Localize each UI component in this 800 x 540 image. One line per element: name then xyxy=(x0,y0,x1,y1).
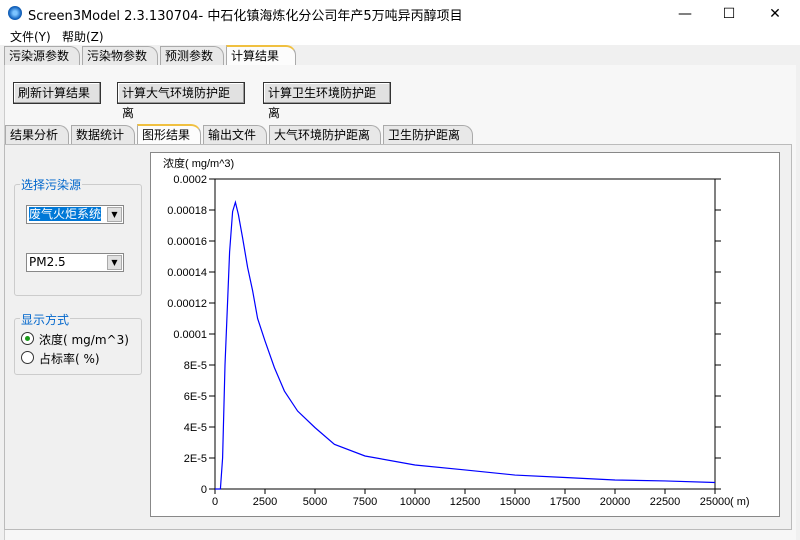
y-tick-label: 0.00014 xyxy=(167,267,207,279)
tab-output[interactable]: 输出文件 xyxy=(203,125,267,145)
maximize-button[interactable]: ☐ xyxy=(706,0,752,28)
pollutant-select[interactable]: PM2.5 ▼ xyxy=(26,253,124,272)
calc-atmos-distance-button[interactable]: 计算大气环境防护距离 xyxy=(117,82,245,120)
close-button[interactable]: ✕ xyxy=(752,0,798,28)
source-group xyxy=(14,184,142,296)
x-tick-label: 5000 xyxy=(303,496,327,508)
x-tick-label: 22500 xyxy=(650,496,681,508)
x-tick-label: 10000 xyxy=(400,496,431,508)
tab-predict-params[interactable]: 预测参数 xyxy=(160,46,224,66)
y-tick-label: 8E-5 xyxy=(184,360,207,372)
x-tick-label: 15000 xyxy=(500,496,531,508)
plot-frame xyxy=(214,178,716,490)
calc-hygiene-distance-button[interactable]: 计算卫生环境防护距离 xyxy=(263,82,391,120)
pollutant-value: PM2.5 xyxy=(29,255,66,269)
y-tick-label: 6E-5 xyxy=(184,391,207,403)
menu-file[interactable]: 文件(Y) xyxy=(10,28,51,45)
x-tick-label: 2500 xyxy=(253,496,277,508)
y-axis-label: 浓度( mg/m^3) xyxy=(163,156,234,170)
y-tick-label: 4E-5 xyxy=(184,422,207,434)
y-tick-label: 0.00016 xyxy=(167,236,207,248)
tab-hygiene-distance[interactable]: 卫生防护距离 xyxy=(383,125,473,145)
display-group-label: 显示方式 xyxy=(20,311,71,328)
tab-source-params[interactable]: 污染源参数 xyxy=(4,46,80,66)
radio-concentration[interactable] xyxy=(21,332,34,345)
radio-percent[interactable] xyxy=(21,351,34,364)
y-tick-label: 2E-5 xyxy=(184,453,207,465)
source-group-label: 选择污染源 xyxy=(20,176,83,193)
menu-help[interactable]: 帮助(Z) xyxy=(62,28,104,45)
y-tick-label: 0.00018 xyxy=(167,205,207,217)
concentration-chart: 浓度( mg/m^3) 0 2E-5 4E-5 6E-5 8E-5 0.0001 0.0001… xyxy=(163,156,750,508)
tab-graph[interactable]: 图形结果 xyxy=(137,124,201,145)
x-tick-label: 20000 xyxy=(600,496,631,508)
radio-concentration-label: 浓度( mg/m^3) xyxy=(39,333,129,347)
y-tick-label: 0.00012 xyxy=(167,298,207,310)
series-line xyxy=(215,199,716,490)
chart-area: 浓度( mg/m^3) 0 2E-5 4E-5 6E-5 8E-5 0.0001 0.0001… xyxy=(150,152,780,517)
chevron-down-icon[interactable]: ▼ xyxy=(107,255,122,270)
x-tick-label: 12500 xyxy=(450,496,481,508)
x-axis-label: ( m) xyxy=(730,496,750,508)
tab-analysis[interactable]: 结果分析 xyxy=(5,125,69,145)
minimize-button[interactable]: — xyxy=(662,0,708,28)
tab-results[interactable]: 计算结果 xyxy=(226,45,296,66)
source-value: 废气火炬系统 xyxy=(29,207,102,221)
x-tick-label: 17500 xyxy=(550,496,581,508)
window-title: Screen3Model 2.3.130704- 中石化镇海炼化分公司年产5万吨… xyxy=(28,9,463,24)
tab-pollutant-params[interactable]: 污染物参数 xyxy=(82,46,158,66)
source-select[interactable]: 废气火炬系统 ▼ xyxy=(26,205,124,224)
chevron-down-icon[interactable]: ▼ xyxy=(107,207,122,222)
refresh-results-button[interactable]: 刷新计算结果 xyxy=(13,82,101,104)
radio-percent-label: 占标率( %) xyxy=(39,352,100,366)
tab-atmos-distance[interactable]: 大气环境防护距离 xyxy=(269,125,381,145)
tab-statistics[interactable]: 数据统计 xyxy=(71,125,135,145)
menu-bar: 文件(Y) 帮助(Z) xyxy=(0,28,800,45)
app-icon xyxy=(8,6,22,20)
x-tick-label: 25000 xyxy=(700,496,731,508)
y-tick-label: 0 xyxy=(201,484,207,496)
x-tick-label: 7500 xyxy=(353,496,377,508)
y-tick-label: 0.0002 xyxy=(173,174,207,186)
x-tick-label: 0 xyxy=(212,496,218,508)
y-tick-label: 0.0001 xyxy=(173,329,207,341)
title-bar: Screen3Model 2.3.130704- 中石化镇海炼化分公司年产5万吨… xyxy=(0,0,800,28)
